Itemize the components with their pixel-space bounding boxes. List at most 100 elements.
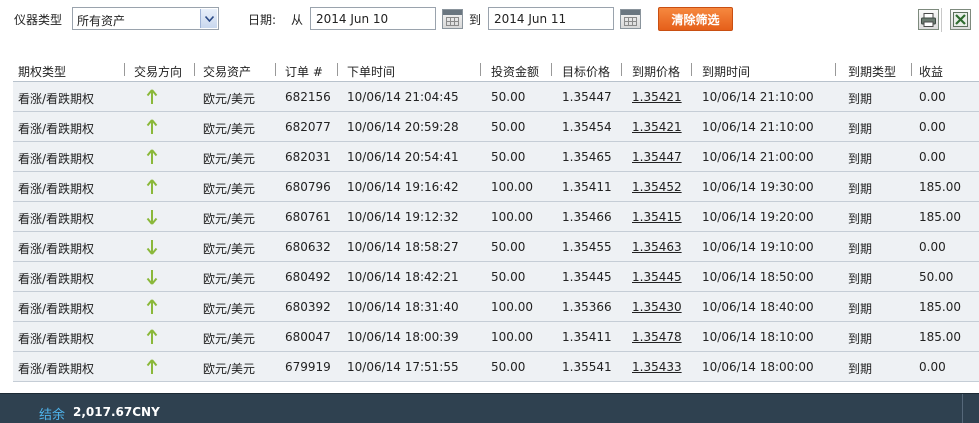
column-header[interactable]: 收益	[919, 63, 943, 80]
table-row: 看涨/看跌期权 欧元/美元 679919 10/06/14 17:51:55 50.00…	[13, 352, 979, 382]
expiry-type-cell: 到期	[848, 272, 873, 286]
expiry-type-cell: 到期	[848, 332, 873, 346]
expiry-time-cell: 10/06/14 19:10:00	[702, 240, 814, 254]
order-number-cell: 680761	[285, 210, 331, 224]
to-label: 到	[469, 13, 482, 27]
expiry-price-link[interactable]: 1.35433	[632, 360, 682, 374]
expiry-price-link[interactable]: 1.35445	[632, 270, 682, 284]
order-number-cell: 682077	[285, 120, 331, 134]
payout-cell: 0.00	[919, 240, 946, 254]
order-number-cell: 680392	[285, 300, 331, 314]
asset-cell: 欧元/美元	[203, 122, 256, 136]
expiry-price-link[interactable]: 1.35478	[632, 330, 682, 344]
calendar-icon[interactable]	[620, 9, 641, 29]
payout-cell: 185.00	[919, 180, 961, 194]
chevron-down-icon[interactable]	[200, 9, 217, 28]
date-label: 日期:	[248, 13, 277, 27]
column-header[interactable]: 到期类型	[848, 63, 896, 80]
expiry-price-link[interactable]: 1.35421	[632, 120, 682, 134]
print-icon[interactable]	[918, 9, 939, 30]
expiry-time-cell: 10/06/14 19:20:00	[702, 210, 814, 224]
option-type-cell: 看涨/看跌期权	[18, 242, 95, 256]
clear-filter-button[interactable]: 清除筛选	[658, 7, 733, 31]
payout-cell: 0.00	[919, 120, 946, 134]
column-separator	[691, 63, 692, 76]
from-date-input[interactable]: 2014 Jun 10	[310, 7, 436, 30]
expiry-price-link[interactable]: 1.35430	[632, 300, 682, 314]
investment-amount-cell: 100.00	[491, 330, 533, 344]
instrument-type-label: 仪器类型	[14, 13, 63, 27]
option-type-cell: 看涨/看跌期权	[18, 272, 95, 286]
toolbar-divider	[941, 8, 942, 32]
column-separator	[124, 63, 125, 76]
order-time-cell: 10/06/14 19:12:32	[347, 210, 459, 224]
expiry-time-cell: 10/06/14 21:10:00	[702, 120, 814, 134]
target-price-cell: 1.35466	[562, 210, 612, 224]
order-time-cell: 10/06/14 18:42:21	[347, 270, 459, 284]
column-header[interactable]: 到期价格	[632, 63, 680, 80]
expiry-time-cell: 10/06/14 21:10:00	[702, 90, 814, 104]
order-time-cell: 10/06/14 18:00:39	[347, 330, 459, 344]
column-header[interactable]: 投资金额	[491, 63, 539, 80]
arrow-up-icon	[146, 119, 158, 135]
order-number-cell: 679919	[285, 360, 331, 374]
investment-amount-cell: 50.00	[491, 150, 526, 164]
column-separator	[194, 63, 195, 76]
expiry-price-link[interactable]: 1.35421	[632, 90, 682, 104]
expiry-time-cell: 10/06/14 18:00:00	[702, 360, 814, 374]
expiry-type-cell: 到期	[848, 92, 873, 106]
expiry-price-link[interactable]: 1.35463	[632, 240, 682, 254]
instrument-type-value: 所有资产	[77, 14, 126, 28]
order-time-cell: 10/06/14 20:59:28	[347, 120, 459, 134]
target-price-cell: 1.35411	[562, 180, 612, 194]
column-header[interactable]: 目标价格	[562, 63, 610, 80]
asset-cell: 欧元/美元	[203, 152, 256, 166]
column-header[interactable]: 订单 #	[285, 63, 323, 80]
column-header[interactable]: 交易方向	[134, 63, 182, 80]
calendar-icon[interactable]	[442, 9, 463, 29]
table-row: 看涨/看跌期权 欧元/美元 682156 10/06/14 21:04:45 50.00…	[13, 82, 979, 112]
arrow-up-icon	[146, 359, 158, 375]
table-body: 看涨/看跌期权 欧元/美元 682156 10/06/14 21:04:45 50.00…	[13, 82, 979, 382]
column-separator	[911, 63, 912, 76]
order-time-cell: 10/06/14 20:54:41	[347, 150, 459, 164]
expiry-type-cell: 到期	[848, 302, 873, 316]
option-type-cell: 看涨/看跌期权	[18, 182, 95, 196]
expiry-time-cell: 10/06/14 18:50:00	[702, 270, 814, 284]
order-number-cell: 680796	[285, 180, 331, 194]
option-type-cell: 看涨/看跌期权	[18, 92, 95, 106]
arrow-down-icon	[146, 269, 158, 285]
expiry-time-cell: 10/06/14 18:10:00	[702, 330, 814, 344]
arrow-up-icon	[146, 329, 158, 345]
arrow-up-icon	[146, 149, 158, 165]
from-label: 从	[291, 13, 304, 27]
table-row: 看涨/看跌期权 欧元/美元 682031 10/06/14 20:54:41 50.00…	[13, 142, 979, 172]
asset-cell: 欧元/美元	[203, 242, 256, 256]
column-separator	[835, 63, 836, 76]
column-header[interactable]: 期权类型	[18, 63, 66, 80]
table-row: 看涨/看跌期权 欧元/美元 680047 10/06/14 18:00:39 100.0…	[13, 322, 979, 352]
table-header: 期权类型 交易方向 交易资产 订单 # 下单时间 投资金额 目标价格 到期价格 …	[13, 57, 979, 82]
target-price-cell: 1.35366	[562, 300, 612, 314]
option-type-cell: 看涨/看跌期权	[18, 122, 95, 136]
expiry-price-link[interactable]: 1.35447	[632, 150, 682, 164]
column-header[interactable]: 交易资产	[203, 63, 251, 80]
excel-export-icon[interactable]	[950, 9, 971, 30]
investment-amount-cell: 100.00	[491, 300, 533, 314]
asset-cell: 欧元/美元	[203, 302, 256, 316]
order-number-cell: 680047	[285, 330, 331, 344]
balance-value: 2,017.67CNY	[73, 405, 160, 419]
column-header[interactable]: 下单时间	[347, 63, 395, 80]
investment-amount-cell: 50.00	[491, 360, 526, 374]
expiry-price-link[interactable]: 1.35452	[632, 180, 682, 194]
payout-cell: 50.00	[919, 270, 954, 284]
table-row: 看涨/看跌期权 欧元/美元 680796 10/06/14 19:16:42 100.0…	[13, 172, 979, 202]
target-price-cell: 1.35447	[562, 90, 612, 104]
to-date-input[interactable]: 2014 Jun 11	[488, 7, 614, 30]
column-header[interactable]: 到期时间	[702, 63, 750, 80]
table-row: 看涨/看跌期权 欧元/美元 680761 10/06/14 19:12:32 100.0…	[13, 202, 979, 232]
footer-divider	[962, 394, 963, 423]
instrument-type-select[interactable]: 所有资产	[72, 7, 219, 30]
expiry-price-link[interactable]: 1.35415	[632, 210, 682, 224]
arrow-down-icon	[146, 239, 158, 255]
